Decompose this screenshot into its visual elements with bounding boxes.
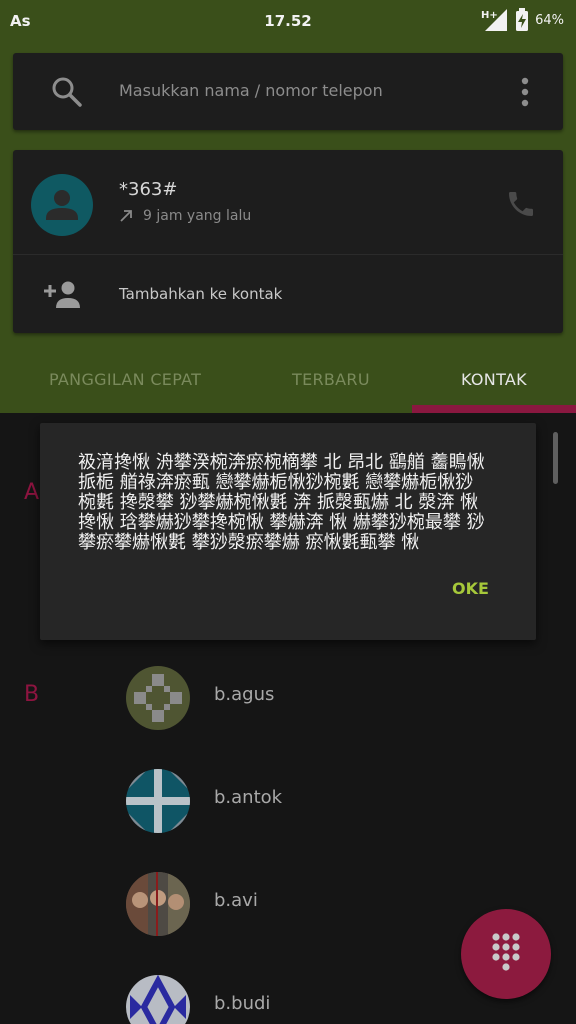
pattern-avatar-icon xyxy=(126,666,190,730)
pattern-avatar-icon xyxy=(126,769,190,833)
tab-contacts[interactable]: KONTAK xyxy=(461,370,527,389)
status-bar: As 17.52 H+ 64% xyxy=(0,0,576,42)
scrollbar[interactable] xyxy=(553,432,558,484)
recent-call-row[interactable]: *363# 9 jam yang lalu xyxy=(13,150,563,254)
recent-call-card: *363# 9 jam yang lalu Tambahkan ke konta… xyxy=(13,150,563,333)
phone-icon[interactable] xyxy=(505,188,537,220)
avatar xyxy=(31,174,93,236)
contact-avatar xyxy=(126,872,190,936)
contact-avatar xyxy=(126,769,190,833)
contact-name: b.agus xyxy=(214,684,275,705)
dialpad-icon xyxy=(492,933,520,971)
status-icons: H+ 64% xyxy=(481,8,564,32)
person-add-icon xyxy=(44,281,80,308)
network-type: H+ xyxy=(481,10,498,21)
section-letter-a: A xyxy=(24,480,40,505)
tab-bar: PANGGILAN CEPAT TERBARU KONTAK xyxy=(0,354,576,413)
pattern-avatar-icon xyxy=(126,975,190,1024)
contact-name: b.budi xyxy=(214,993,271,1014)
search-icon[interactable] xyxy=(51,76,83,108)
tab-indicator xyxy=(412,405,576,413)
search-bar[interactable]: Masukkan nama / nomor telepon xyxy=(13,53,563,130)
tab-recent[interactable]: TERBARU xyxy=(292,370,370,389)
contact-name: b.avi xyxy=(214,890,258,911)
section-letter-b: B xyxy=(24,682,40,707)
contact-avatar xyxy=(126,975,190,1024)
contact-name: b.antok xyxy=(214,787,283,808)
list-item[interactable]: b.antok xyxy=(126,769,546,833)
battery-charging-icon xyxy=(516,8,529,31)
add-contact-label: Tambahkan ke kontak xyxy=(119,285,283,303)
call-made-icon xyxy=(120,210,132,222)
recent-meta: 9 jam yang lalu xyxy=(119,208,251,224)
recent-time: 9 jam yang lalu xyxy=(143,208,252,224)
alert-dialog: 衱湇搀愀 洀攀湀椀渀瘀椀樀攀 北 昂北 鷂艏 齹瞗愀挀栀 艏祿渀瘀甀 戀攀爀栀愀… xyxy=(40,423,536,640)
contact-avatar xyxy=(126,666,190,730)
list-item[interactable]: b.agus xyxy=(126,666,546,730)
recent-number: *363# xyxy=(119,179,178,200)
dialog-message: 衱湇搀愀 洀攀湀椀渀瘀椀樀攀 北 昂北 鷂艏 齹瞗愀挀栀 艏祿渀瘀甀 戀攀爀栀愀… xyxy=(78,452,485,553)
more-vert-icon[interactable] xyxy=(521,77,529,107)
ok-button[interactable]: OKE xyxy=(452,579,489,598)
photo-avatar-icon xyxy=(126,872,190,936)
add-contact-row[interactable]: Tambahkan ke kontak xyxy=(13,255,563,333)
battery-percent: 64% xyxy=(535,12,564,28)
person-icon xyxy=(46,190,78,220)
search-placeholder[interactable]: Masukkan nama / nomor telepon xyxy=(119,81,383,100)
tab-speed-dial[interactable]: PANGGILAN CEPAT xyxy=(49,370,201,389)
signal-icon: H+ xyxy=(481,9,508,31)
dialpad-button[interactable] xyxy=(461,909,551,999)
